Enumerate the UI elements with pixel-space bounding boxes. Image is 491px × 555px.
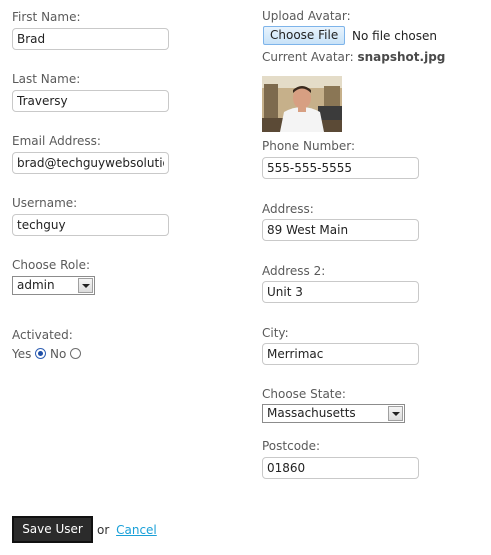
username-input[interactable] bbox=[12, 214, 169, 236]
first-name-label: First Name: bbox=[12, 10, 81, 24]
actions-row: or Cancel bbox=[97, 523, 157, 537]
last-name-label: Last Name: bbox=[12, 72, 81, 86]
postcode-label: Postcode: bbox=[262, 439, 321, 453]
phone-label: Phone Number: bbox=[262, 139, 356, 153]
postcode-input[interactable] bbox=[262, 457, 419, 479]
choose-file-button[interactable]: Choose File bbox=[263, 26, 346, 45]
username-label: Username: bbox=[12, 196, 78, 210]
activated-radio-group: Yes No bbox=[12, 347, 82, 361]
last-name-input[interactable] bbox=[12, 90, 169, 112]
avatar-photo bbox=[262, 76, 342, 132]
state-label: Choose State: bbox=[262, 387, 346, 401]
chevron-down-icon bbox=[78, 278, 93, 293]
state-selected-value: Massachusetts bbox=[267, 406, 356, 420]
chevron-down-icon bbox=[388, 406, 403, 421]
first-name-input[interactable] bbox=[12, 28, 169, 50]
email-label: Email Address: bbox=[12, 134, 101, 148]
avatar bbox=[262, 76, 342, 132]
address2-label: Address 2: bbox=[262, 264, 326, 278]
activated-yes-label: Yes bbox=[12, 347, 32, 361]
activated-yes-radio[interactable] bbox=[35, 348, 47, 359]
address-label: Address: bbox=[262, 202, 314, 216]
edit-user-form: First Name: Last Name: Email Address: Us… bbox=[0, 0, 491, 555]
role-select[interactable]: admin bbox=[12, 276, 95, 295]
role-selected-value: admin bbox=[17, 278, 55, 292]
activated-no-label: No bbox=[50, 347, 67, 361]
cancel-link[interactable]: Cancel bbox=[116, 523, 157, 537]
state-select[interactable]: Massachusetts bbox=[262, 404, 405, 423]
city-input[interactable] bbox=[262, 343, 419, 365]
upload-avatar-label: Upload Avatar: bbox=[262, 9, 351, 23]
activated-no-radio[interactable] bbox=[70, 348, 82, 359]
address2-input[interactable] bbox=[262, 281, 419, 303]
phone-input[interactable] bbox=[262, 157, 419, 179]
activated-label: Activated: bbox=[12, 328, 73, 342]
city-label: City: bbox=[262, 326, 289, 340]
current-avatar-label: Current Avatar: bbox=[262, 50, 354, 64]
file-status-text: No file chosen bbox=[352, 29, 438, 43]
or-text: or bbox=[97, 523, 110, 537]
save-user-button[interactable]: Save User bbox=[12, 516, 93, 543]
email-input[interactable] bbox=[12, 152, 169, 174]
current-avatar-line: Current Avatar: snapshot.jpg bbox=[262, 50, 445, 64]
address-input[interactable] bbox=[262, 219, 419, 241]
current-avatar-filename: snapshot.jpg bbox=[357, 50, 446, 64]
role-label: Choose Role: bbox=[12, 258, 91, 272]
